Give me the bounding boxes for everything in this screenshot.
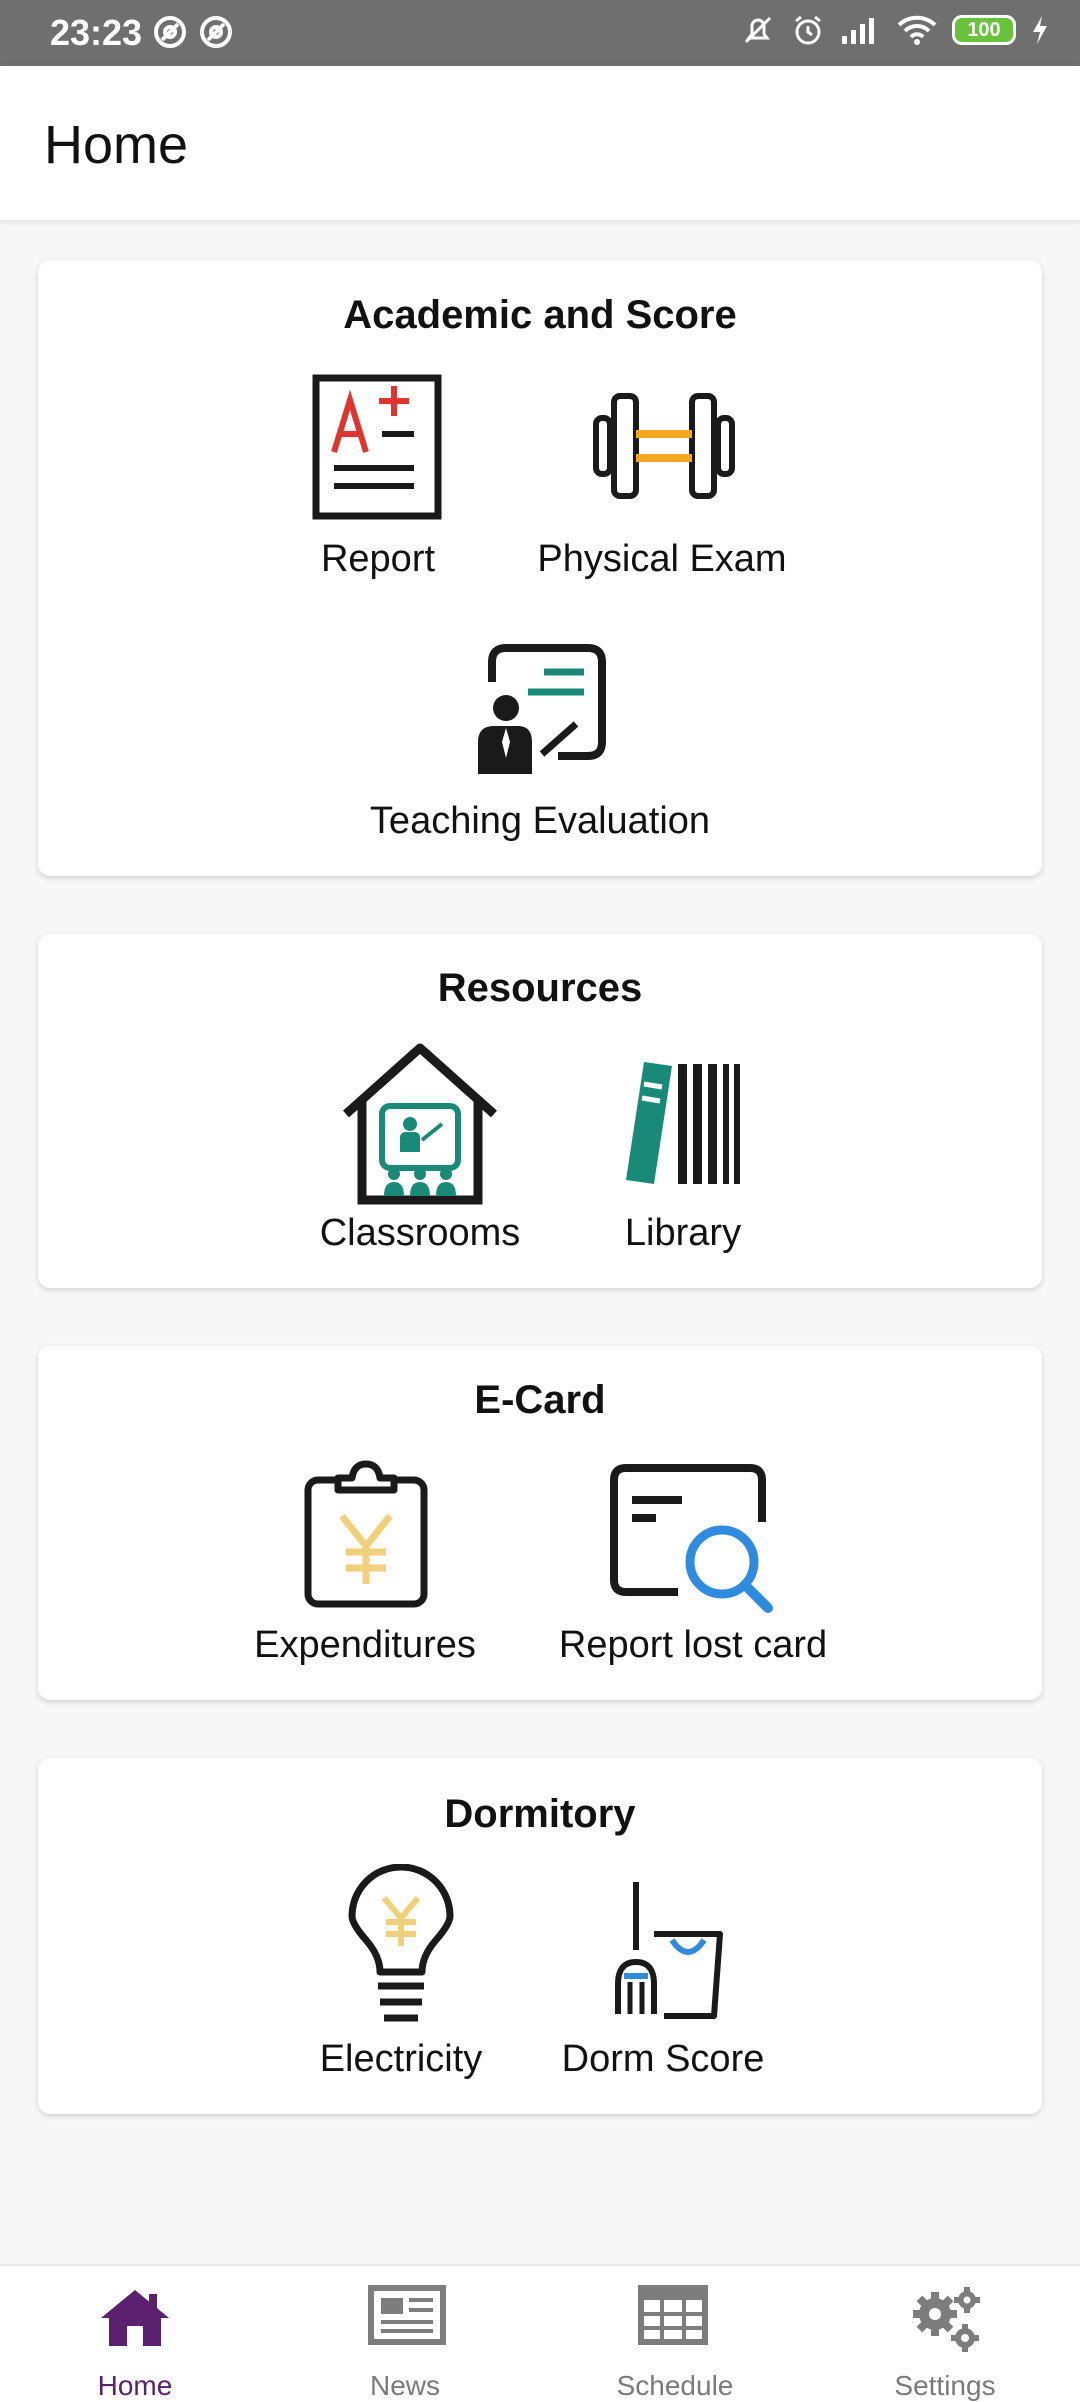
nav-schedule[interactable]: Schedule bbox=[575, 2266, 775, 2402]
home-icon bbox=[101, 2290, 169, 2346]
nav-label: Schedule bbox=[616, 2370, 734, 2401]
nav-label: Home bbox=[97, 2370, 173, 2401]
status-time: 23:23 bbox=[50, 12, 143, 53]
item-label: Classrooms bbox=[319, 1212, 521, 1254]
item-label: Physical Exam bbox=[537, 538, 787, 580]
item-label: Report lost card bbox=[558, 1624, 828, 1666]
item-label: Teaching Evaluation bbox=[369, 800, 711, 842]
report-card-icon bbox=[312, 374, 442, 520]
section-title: Academic and Score bbox=[343, 293, 737, 337]
section-title: Dormitory bbox=[444, 1792, 636, 1836]
dumbbell-icon bbox=[593, 393, 735, 499]
gears-icon bbox=[913, 2287, 980, 2352]
charging-icon bbox=[1033, 16, 1047, 44]
card-search-icon bbox=[610, 1464, 773, 1613]
wifi-icon bbox=[897, 15, 937, 45]
nav-label: News bbox=[369, 2370, 440, 2401]
nav-settings[interactable]: Settings bbox=[845, 2266, 1045, 2402]
page-title: Home bbox=[44, 115, 189, 175]
status-right-icons: 100 bbox=[740, 12, 1050, 48]
classroom-house-icon bbox=[343, 1043, 497, 1205]
item-label: Electricity bbox=[319, 2038, 483, 2080]
bottom-nav: Home News Schedule Settings bbox=[0, 2264, 1080, 2402]
nav-home[interactable]: Home bbox=[35, 2266, 235, 2402]
battery-icon: 100 bbox=[952, 15, 1016, 45]
section-title: Resources bbox=[437, 966, 643, 1010]
signal-icon bbox=[842, 18, 874, 44]
item-label: Library bbox=[624, 1212, 742, 1254]
item-label: Dorm Score bbox=[561, 2038, 765, 2080]
item-label: Expenditures bbox=[254, 1624, 476, 1666]
clipboard-yen-icon bbox=[304, 1460, 428, 1608]
at-sign-icon bbox=[154, 16, 186, 48]
section-e-card: E-Card Expenditures Report lost card bbox=[38, 1346, 1042, 1700]
section-resources: Resources Classrooms Library bbox=[38, 934, 1042, 1288]
battery-level: 100 bbox=[967, 18, 1001, 41]
alarm-icon bbox=[795, 15, 821, 45]
broom-bucket-icon bbox=[615, 1882, 723, 2019]
books-icon bbox=[626, 1062, 740, 1184]
newspaper-icon bbox=[368, 2285, 446, 2345]
lightbulb-yen-icon bbox=[348, 1864, 454, 2022]
section-academic-and-score: Academic and Score Report Physical Exam bbox=[38, 260, 1042, 876]
teacher-board-icon bbox=[478, 644, 606, 774]
item-label: Report bbox=[320, 538, 436, 580]
nav-label: Settings bbox=[894, 2370, 996, 2401]
at-sign-icon bbox=[200, 16, 232, 48]
nav-news[interactable]: News bbox=[305, 2266, 505, 2402]
status-bar: 23:23 100 bbox=[0, 0, 1080, 66]
mute-icon bbox=[744, 16, 772, 44]
grid-calendar-icon bbox=[638, 2285, 708, 2345]
app-bar: Home bbox=[0, 66, 1080, 220]
section-dormitory: Dormitory Electricity Dorm Score bbox=[38, 1758, 1042, 2114]
section-title: E-Card bbox=[474, 1378, 606, 1422]
status-left-icons bbox=[152, 14, 234, 50]
